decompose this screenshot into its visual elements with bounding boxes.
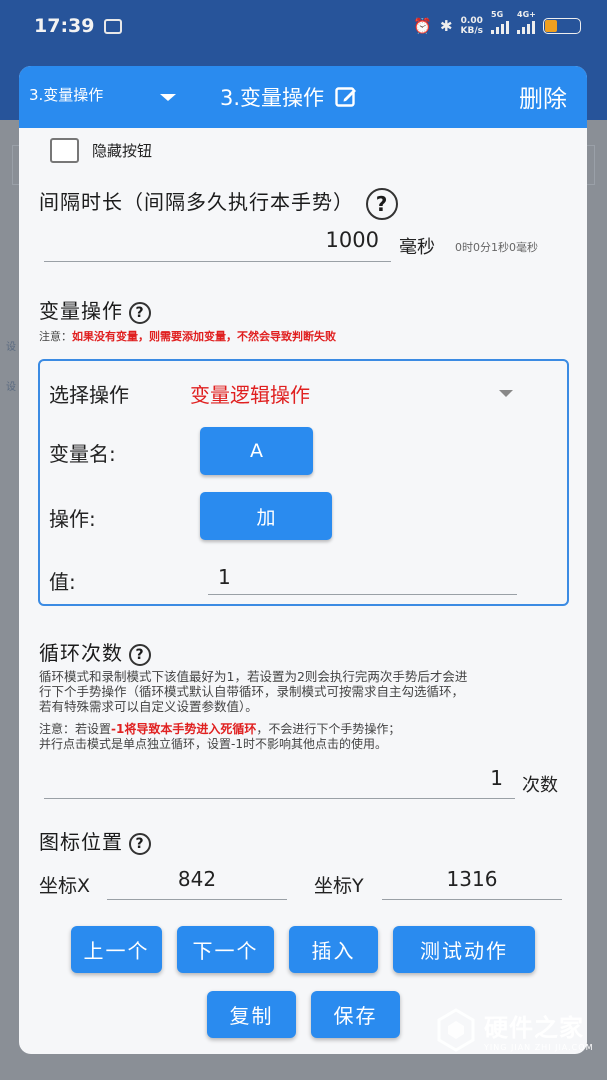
coord-y-label: 坐标Y	[314, 875, 364, 897]
bluetooth-icon: ✱	[439, 17, 453, 35]
coord-x-label: 坐标X	[39, 875, 91, 897]
operation-label: 操作:	[49, 507, 96, 531]
signal-sim1-icon: 5G	[491, 10, 509, 34]
hide-button-label: 隐藏按钮	[92, 142, 153, 160]
help-icon[interactable]: ?	[129, 643, 151, 666]
status-bar: 17:39 ⏰ ✱ 0.00 KB/s 5G 4G+	[0, 0, 607, 52]
edit-icon[interactable]	[334, 85, 358, 109]
coord-y-input[interactable]: 1316	[382, 867, 562, 900]
dialog-header: 3.变量操作 3.变量操作 删除	[19, 66, 587, 128]
operation-button[interactable]: 加	[200, 492, 332, 540]
save-button[interactable]: 保存	[311, 991, 400, 1038]
interval-title: 间隔时长（间隔多久执行本手势）?	[39, 186, 398, 220]
help-icon[interactable]: ?	[129, 301, 151, 324]
variable-op-note: 注意：如果没有变量，则需要添加变量，不然会导致判断失败	[39, 330, 336, 343]
loop-unit: 次数	[522, 775, 558, 796]
variable-op-title-text: 变量操作	[39, 299, 123, 323]
interval-readable: 0时0分1秒0毫秒	[455, 241, 538, 254]
background-edge-text: 设	[6, 382, 16, 393]
help-icon[interactable]: ?	[366, 187, 398, 220]
value-label: 值:	[49, 570, 76, 594]
insert-button[interactable]: 插入	[289, 926, 378, 973]
select-op-label: 选择操作	[49, 383, 129, 407]
dialog-title-text: 3.变量操作	[220, 86, 325, 110]
coord-x-input[interactable]: 842	[107, 867, 287, 900]
step-select-value: 3.变量操作	[29, 86, 104, 104]
interval-title-text: 间隔时长（间隔多久执行本手势）	[39, 190, 354, 214]
copy-button[interactable]: 复制	[207, 991, 296, 1038]
value-input[interactable]: 1	[208, 565, 517, 595]
alarm-icon: ⏰	[413, 17, 432, 35]
loop-count-input[interactable]: 1	[44, 766, 515, 799]
dialog-title[interactable]: 3.变量操作	[220, 82, 358, 112]
chevron-down-icon[interactable]	[499, 390, 513, 397]
next-button[interactable]: 下一个	[177, 926, 274, 973]
loop-title: 循环次数?	[39, 637, 151, 666]
hide-button-checkbox[interactable]	[50, 138, 79, 163]
battery-level	[545, 20, 557, 32]
notification-app-icon	[104, 18, 123, 34]
test-action-button[interactable]: 测试动作	[393, 926, 535, 973]
background-edge-text: 设	[6, 342, 16, 353]
variable-op-box: 选择操作 变量逻辑操作 变量名: A 操作: 加 值: 1	[38, 359, 569, 606]
loop-description: 循环模式和录制模式下该值最好为1，若设置为2则会执行完两次手势后才会进 行下个手…	[39, 669, 468, 714]
select-op-dropdown[interactable]: 变量逻辑操作	[190, 379, 310, 408]
watermark-subtext: YING JIAN ZHI JIA.COM	[484, 1043, 594, 1052]
chevron-down-icon[interactable]	[160, 94, 176, 101]
signal-sim2-icon: 4G+	[517, 10, 536, 34]
loop-note: 注意：若设置-1将导致本手势进入死循环，不会进行下个手势操作； 并行点击模式是单…	[39, 722, 401, 751]
status-time: 17:39	[34, 15, 95, 37]
loop-title-text: 循环次数	[39, 641, 123, 665]
step-select[interactable]: 3.变量操作	[29, 84, 103, 105]
variable-op-title: 变量操作?	[39, 295, 151, 324]
interval-unit: 毫秒	[399, 237, 435, 258]
var-name-button[interactable]: A	[200, 427, 313, 475]
watermark: 硬件之家 YING JIAN ZHI JIA.COM	[436, 1008, 593, 1052]
watermark-text: 硬件之家	[484, 1014, 584, 1042]
delete-button[interactable]: 删除	[519, 79, 567, 114]
gesture-edit-dialog: 3.变量操作 3.变量操作 删除 隐藏按钮 间隔时长（间隔多久执行本手势）? 1…	[19, 66, 587, 1054]
prev-button[interactable]: 上一个	[71, 926, 162, 973]
var-name-label: 变量名:	[49, 442, 116, 466]
help-icon[interactable]: ?	[129, 832, 151, 855]
interval-input[interactable]: 1000	[44, 228, 391, 262]
battery-icon	[543, 18, 581, 34]
watermark-logo-icon	[437, 1008, 475, 1052]
icon-position-title-text: 图标位置	[39, 830, 123, 854]
icon-position-title: 图标位置?	[39, 826, 151, 855]
network-speed: 0.00 KB/s	[460, 16, 483, 36]
